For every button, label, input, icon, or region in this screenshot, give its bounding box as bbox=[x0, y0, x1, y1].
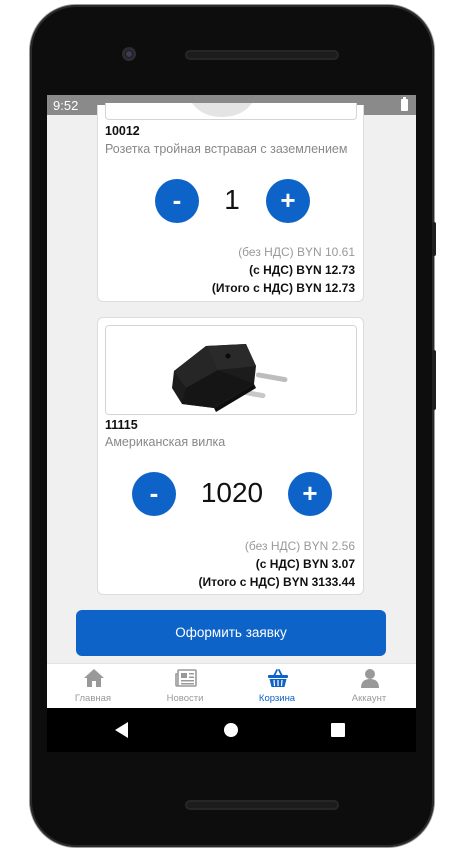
quantity-value: 1020 bbox=[200, 477, 264, 508]
home-circle-icon[interactable] bbox=[224, 723, 238, 737]
newspaper-icon bbox=[175, 669, 197, 687]
product-code: 11115 bbox=[105, 418, 138, 432]
tab-label: Главная bbox=[74, 693, 112, 704]
total-with-vat: (Итого с НДС) BYN 12.73 bbox=[211, 281, 355, 295]
cart-item-card: 10012 Розетка тройная встравая с заземле… bbox=[97, 103, 364, 302]
tab-account[interactable]: Аккаунт bbox=[323, 664, 415, 708]
increase-quantity-button[interactable]: + bbox=[266, 179, 310, 223]
front-camera bbox=[122, 47, 136, 61]
recents-icon[interactable] bbox=[331, 723, 345, 737]
product-image bbox=[106, 326, 356, 414]
earpiece-speaker bbox=[185, 50, 339, 60]
product-image bbox=[192, 103, 252, 117]
android-nav-bar bbox=[47, 708, 416, 752]
tab-home[interactable]: Главная bbox=[47, 664, 139, 708]
total-with-vat: (Итого с НДС) BYN 3133.44 bbox=[198, 575, 355, 589]
quantity-value: 1 bbox=[224, 184, 240, 215]
product-image-frame bbox=[105, 325, 357, 415]
decrease-quantity-button[interactable]: - bbox=[155, 179, 199, 223]
tab-label: Корзина bbox=[258, 693, 296, 704]
battery-icon bbox=[401, 97, 408, 111]
bottom-tab-bar: Главная Новости Корзина Аккаунт bbox=[47, 663, 416, 708]
power-button bbox=[432, 350, 436, 410]
submit-order-button[interactable]: Оформить заявку bbox=[76, 610, 386, 656]
price-with-vat: (с НДС) BYN 12.73 bbox=[249, 263, 355, 277]
home-icon bbox=[84, 669, 104, 687]
tab-label: Аккаунт bbox=[351, 693, 387, 704]
user-icon bbox=[361, 669, 379, 688]
tab-cart[interactable]: Корзина bbox=[231, 664, 323, 708]
product-name: Американская вилка bbox=[105, 435, 226, 449]
basket-icon bbox=[268, 669, 288, 687]
tab-label: Новости bbox=[166, 693, 204, 704]
product-name: Розетка тройная встравая с заземлением bbox=[105, 142, 348, 156]
bottom-speaker bbox=[185, 800, 339, 810]
price-without-vat: (без НДС) BYN 2.56 bbox=[244, 539, 355, 553]
app-screen: 9:52 10012 Розетка тройная встравая с за… bbox=[47, 95, 416, 708]
volume-button bbox=[432, 222, 436, 256]
increase-quantity-button[interactable]: + bbox=[288, 472, 332, 516]
tab-news[interactable]: Новости bbox=[139, 664, 231, 708]
back-icon[interactable] bbox=[115, 722, 129, 738]
decrease-quantity-button[interactable]: - bbox=[132, 472, 176, 516]
cart-item-card: 11115 Американская вилка - 1020 + (без Н… bbox=[97, 317, 364, 595]
status-time: 9:52 bbox=[53, 98, 79, 113]
price-with-vat: (с НДС) BYN 3.07 bbox=[255, 557, 355, 571]
price-without-vat: (без НДС) BYN 10.61 bbox=[238, 245, 355, 259]
product-code: 10012 bbox=[105, 124, 140, 138]
product-image-frame bbox=[105, 103, 357, 120]
